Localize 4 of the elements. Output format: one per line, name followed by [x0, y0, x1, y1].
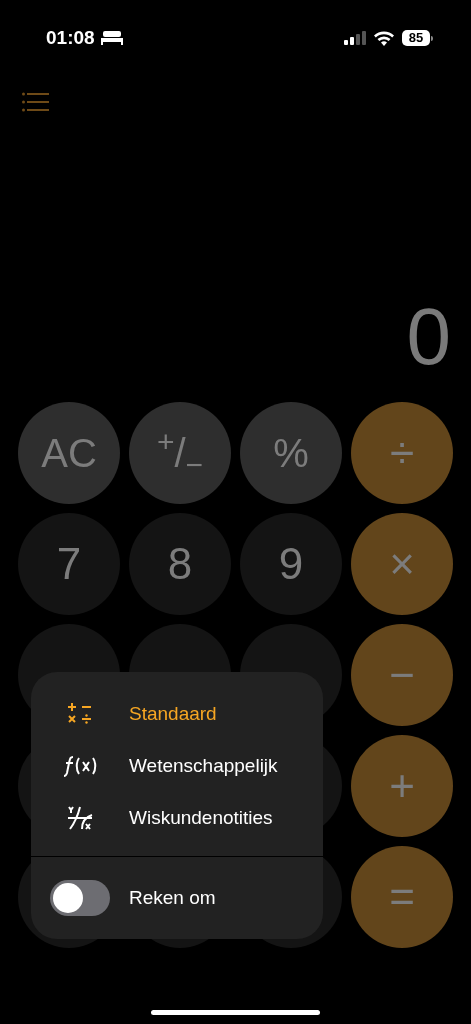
status-time: 01:08 [46, 25, 95, 50]
display-value: 0 [406, 297, 451, 377]
toggle-label: Reken om [129, 885, 216, 910]
battery-icon: 85 [402, 30, 433, 46]
